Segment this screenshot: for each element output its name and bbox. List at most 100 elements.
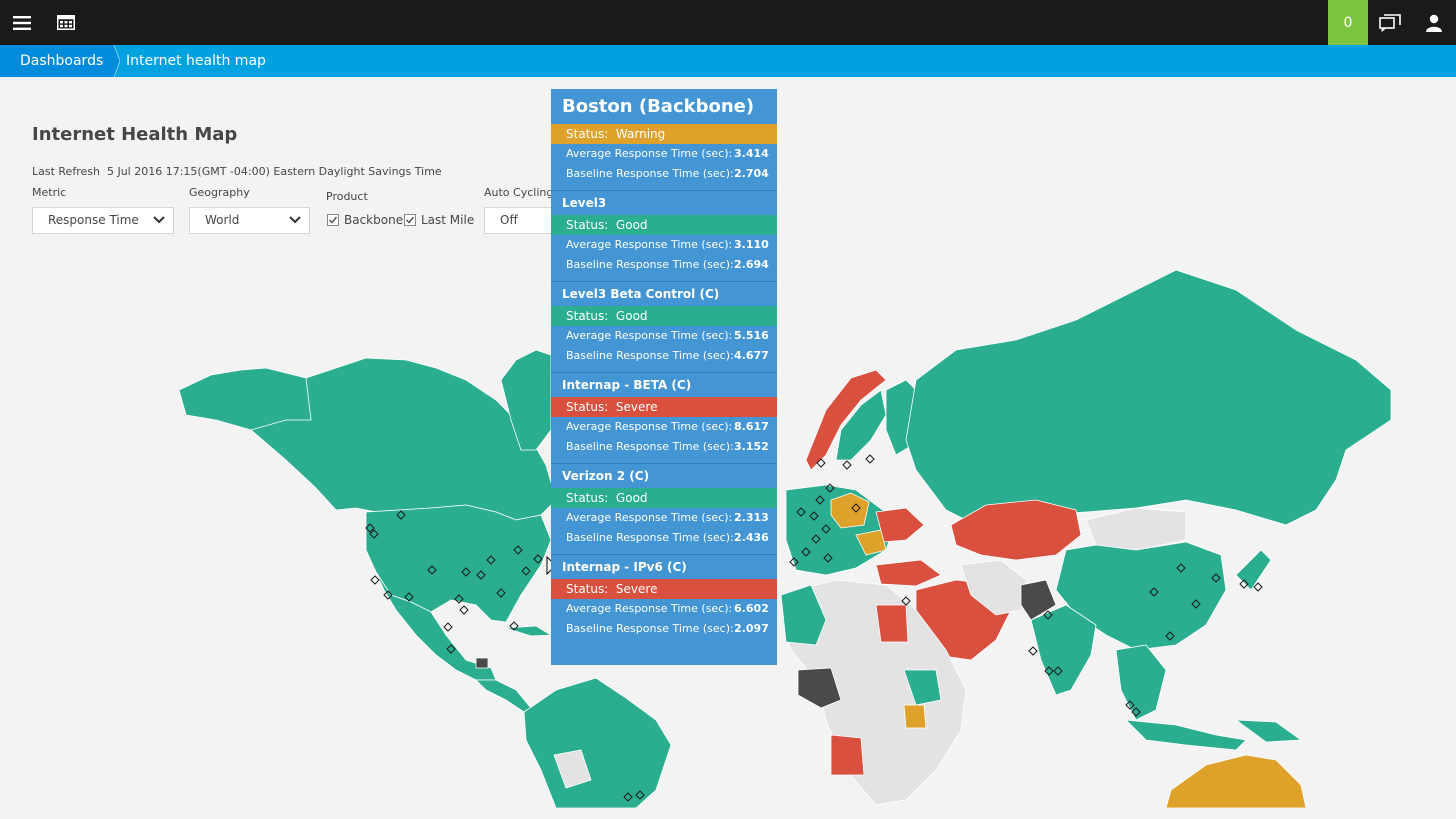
base-value: 2.436 [734, 531, 769, 544]
provider-name: Level3 Beta Control (C) [562, 287, 720, 301]
avg-value: 8.617 [734, 420, 769, 433]
chat-icon[interactable] [1368, 0, 1412, 45]
status-label: Status: [566, 309, 609, 323]
product-label: Product [326, 190, 368, 203]
breadcrumb-separator-icon [106, 45, 120, 77]
status-value: Good [615, 218, 648, 232]
provider-status: Status: Good [551, 306, 777, 326]
baseline-response-row: Baseline Response Time (sec): 2.694 [551, 255, 777, 275]
status-label: Status: [566, 127, 609, 141]
avg-label: Average Response Time (sec): [566, 602, 733, 615]
status-value: Severe [615, 400, 658, 414]
base-value: 2.704 [734, 167, 769, 180]
avg-value: 6.602 [734, 602, 769, 615]
provider-name: Verizon 2 (C) [562, 469, 650, 483]
status-value: Warning [615, 127, 666, 141]
tooltip-title: Boston (Backbone) [562, 96, 755, 117]
provider-status: Status: Severe [551, 579, 777, 599]
auto-cycling-select-value: Off [500, 213, 518, 227]
tooltip-summary: Status: Warning Average Response Time (s… [551, 124, 777, 191]
breadcrumb: Dashboards Internet health map [0, 45, 1456, 77]
breadcrumb-current-page: Internet health map [126, 53, 266, 69]
avg-response-row: Average Response Time (sec): 3.414 [551, 144, 777, 164]
provider-name: Internap - BETA (C) [562, 378, 692, 392]
avg-response-row: Average Response Time (sec): 6.602 [551, 599, 777, 619]
geography-label: Geography [189, 186, 250, 199]
breadcrumb-dashboards[interactable]: Dashboards [0, 45, 114, 77]
checkbox-checked-icon [327, 214, 339, 226]
user-icon[interactable] [1412, 0, 1456, 45]
base-value: 3.152 [734, 440, 769, 453]
base-label: Baseline Response Time (sec): [566, 167, 734, 180]
base-value: 2.694 [734, 258, 769, 271]
backbone-checkbox-label: Backbone [344, 213, 404, 227]
provider-status: Status: Good [551, 215, 777, 235]
last-refresh-label: Last Refresh [32, 165, 100, 178]
avg-response-row: Average Response Time (sec): 2.313 [551, 508, 777, 528]
base-label: Baseline Response Time (sec): [566, 531, 734, 544]
geography-select[interactable]: World [189, 207, 310, 234]
avg-response-row: Average Response Time (sec): 8.617 [551, 417, 777, 437]
avg-label: Average Response Time (sec): [566, 238, 733, 251]
avg-label: Average Response Time (sec): [566, 511, 733, 524]
avg-label: Average Response Time (sec): [566, 420, 733, 433]
metric-select-value: Response Time [48, 213, 139, 227]
status-value: Good [615, 491, 648, 505]
avg-value: 2.313 [734, 511, 769, 524]
base-label: Baseline Response Time (sec): [566, 622, 734, 635]
baseline-response-row: Baseline Response Time (sec): 2.704 [551, 164, 777, 184]
location-tooltip: Boston (Backbone) Status: Warning Averag… [551, 89, 777, 665]
dashboard-grid-icon[interactable] [44, 0, 88, 45]
hamburger-menu-icon[interactable] [0, 0, 44, 45]
auto-cycling-label: Auto Cycling [484, 186, 554, 199]
status-value: Severe [615, 582, 658, 596]
country-egypt[interactable] [875, 604, 909, 643]
base-label: Baseline Response Time (sec): [566, 258, 734, 271]
avg-response-row: Average Response Time (sec): 3.110 [551, 235, 777, 255]
baseline-response-row: Baseline Response Time (sec): 2.097 [551, 619, 777, 639]
status-value: Good [615, 309, 648, 323]
page-title: Internet Health Map [32, 124, 238, 145]
last-refresh: Last Refresh 5 Jul 2016 17:15(GMT -04:00… [32, 165, 442, 178]
last-mile-checkbox-label: Last Mile [421, 213, 475, 227]
baseline-response-row: Baseline Response Time (sec): 3.152 [551, 437, 777, 457]
status-label: Status: [566, 491, 609, 505]
provider-section: Level3 Status: Good Average Response Tim… [551, 191, 777, 282]
base-label: Baseline Response Time (sec): [566, 440, 734, 453]
base-label: Baseline Response Time (sec): [566, 349, 734, 362]
chevron-down-icon [289, 216, 301, 224]
base-value: 4.677 [734, 349, 769, 362]
provider-status: Status: Good [551, 488, 777, 508]
avg-value: 5.516 [734, 329, 769, 342]
auto-cycling-select[interactable]: Off [484, 207, 554, 234]
avg-label: Average Response Time (sec): [566, 147, 733, 160]
provider-status: Status: Severe [551, 397, 777, 417]
checkbox-checked-icon [404, 214, 416, 226]
country-kenya[interactable] [903, 704, 927, 729]
tooltip-status-row: Status: Warning [551, 124, 777, 144]
baseline-response-row: Baseline Response Time (sec): 4.677 [551, 346, 777, 366]
avg-value: 3.414 [734, 147, 769, 160]
base-value: 2.097 [734, 622, 769, 635]
chevron-down-icon [153, 216, 165, 224]
backbone-checkbox[interactable]: Backbone [327, 213, 403, 227]
avg-label: Average Response Time (sec): [566, 329, 733, 342]
country-guatemala-dark[interactable] [475, 657, 489, 669]
country-angola[interactable] [830, 734, 865, 776]
provider-section: Level3 Beta Control (C) Status: Good Ave… [551, 282, 777, 373]
baseline-response-row: Baseline Response Time (sec): 2.436 [551, 528, 777, 548]
provider-section: Verizon 2 (C) Status: Good Average Respo… [551, 464, 777, 555]
metric-select[interactable]: Response Time [32, 207, 174, 234]
provider-section: Internap - BETA (C) Status: Severe Avera… [551, 373, 777, 464]
status-label: Status: [566, 582, 609, 596]
provider-name: Internap - IPv6 (C) [562, 560, 687, 574]
last-mile-checkbox[interactable]: Last Mile [404, 213, 474, 227]
geography-select-value: World [205, 213, 240, 227]
avg-response-row: Average Response Time (sec): 5.516 [551, 326, 777, 346]
last-refresh-value: 5 Jul 2016 17:15(GMT -04:00) Eastern Day… [106, 165, 442, 178]
notification-counter[interactable]: 0 [1328, 0, 1368, 45]
metric-label: Metric [32, 186, 67, 199]
avg-value: 3.110 [734, 238, 769, 251]
top-navigation-bar: 0 [0, 0, 1456, 45]
provider-section: Internap - IPv6 (C) Status: Severe Avera… [551, 555, 777, 639]
